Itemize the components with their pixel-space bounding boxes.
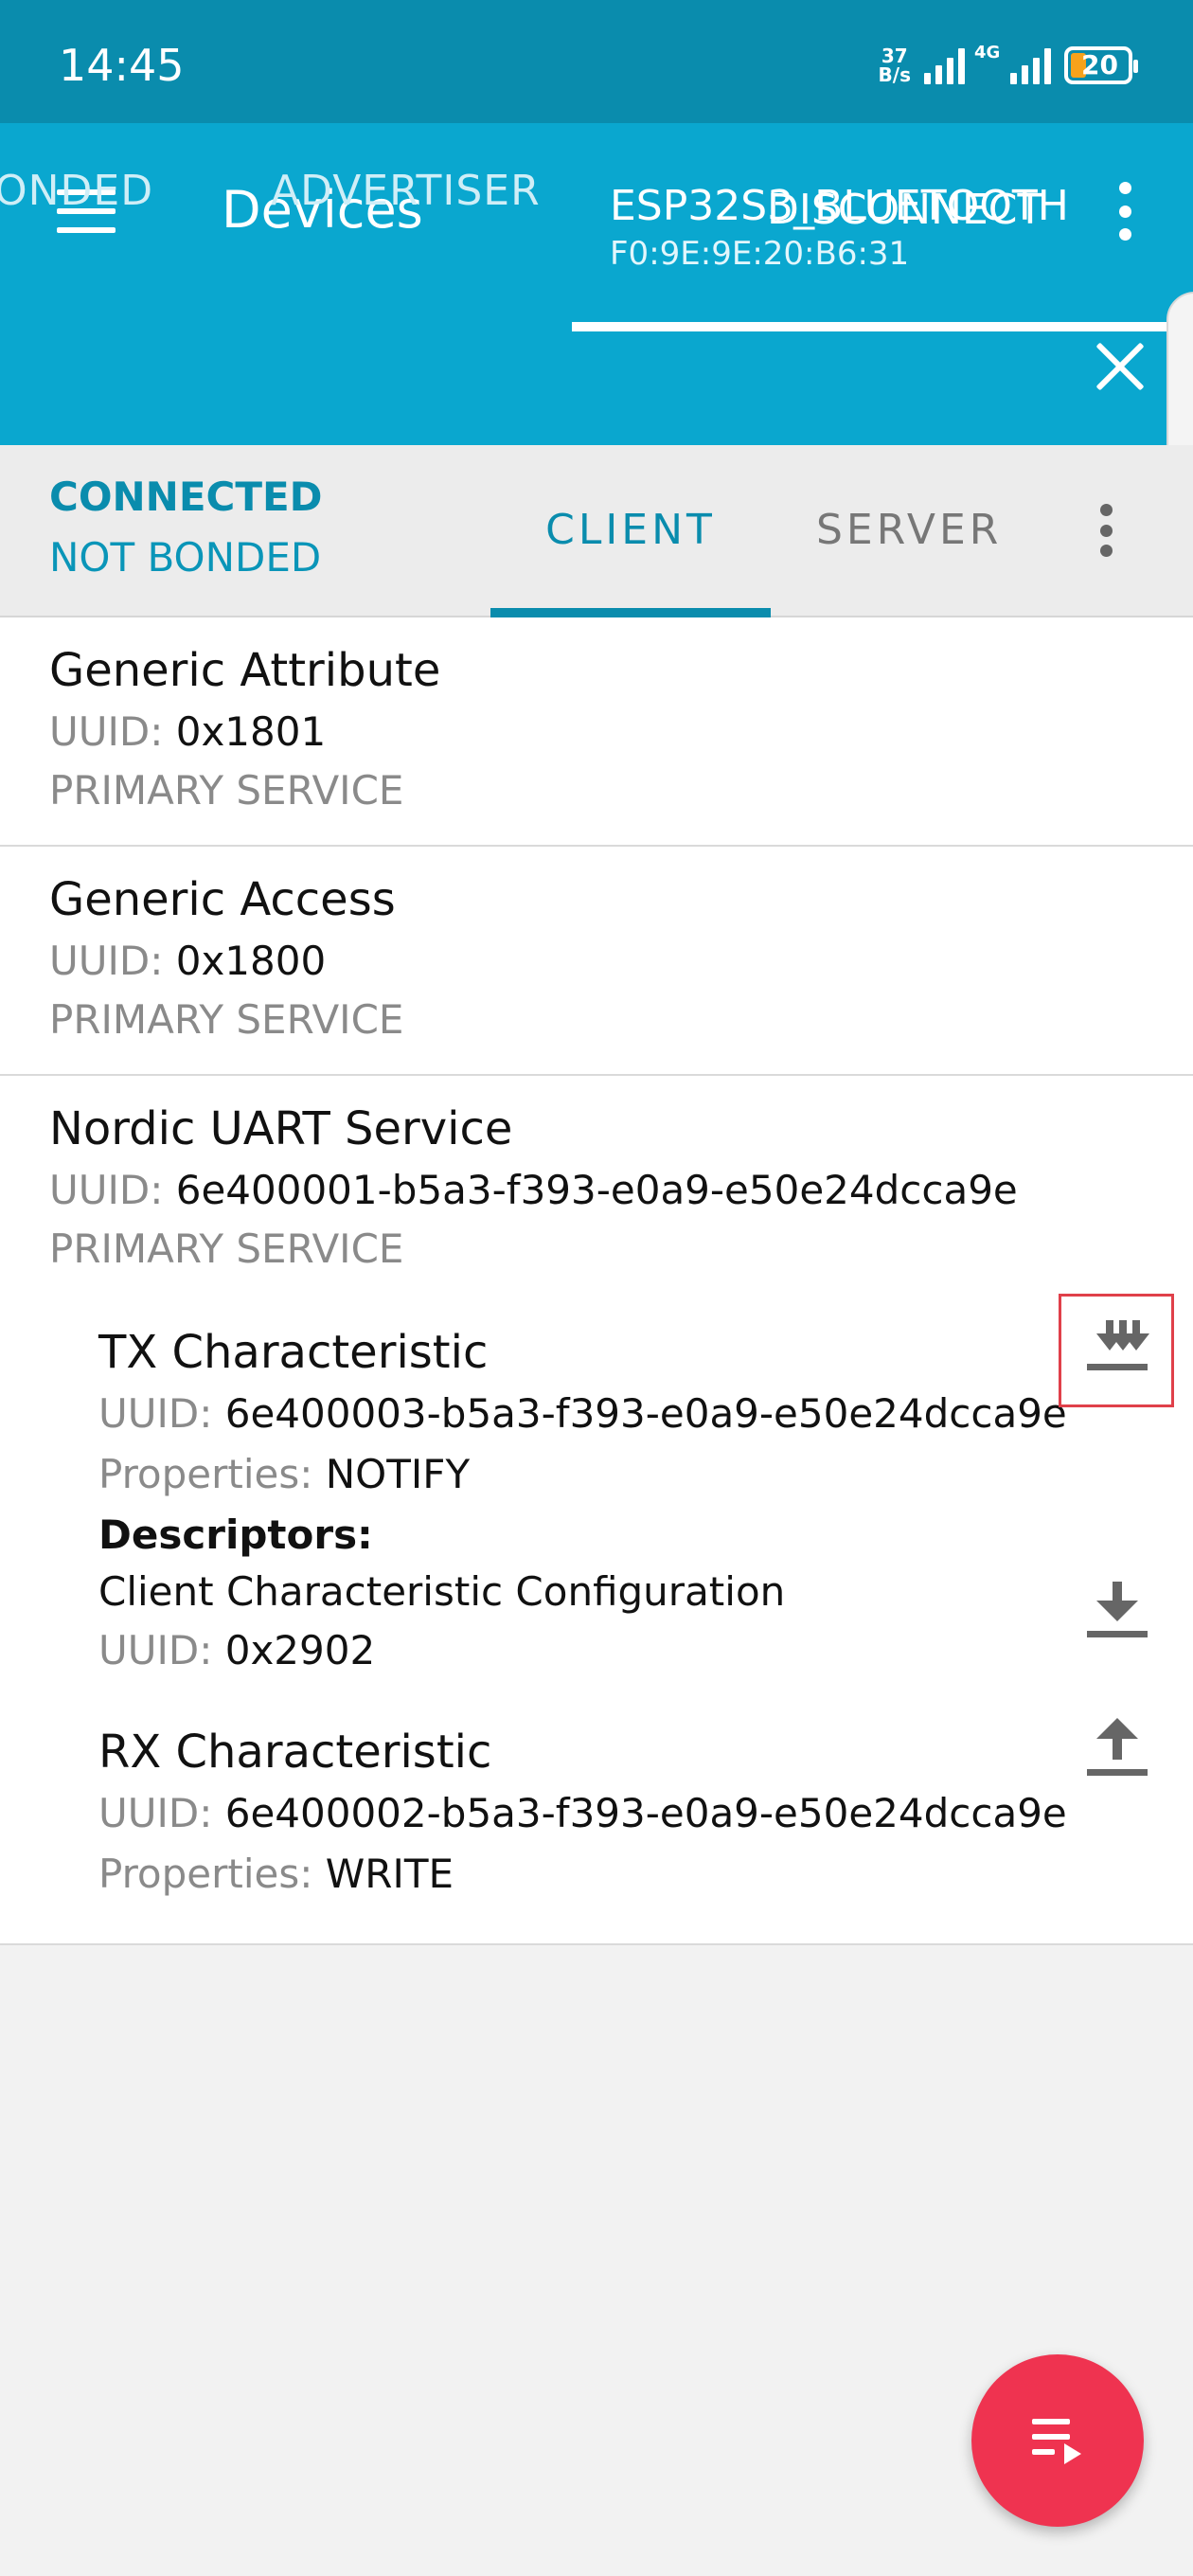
descriptor-uuid: 0x2902 xyxy=(224,1627,376,1673)
tab-client-label: CLIENT xyxy=(545,506,716,554)
battery-percent: 20 xyxy=(1081,49,1118,80)
service-name: Nordic UART Service xyxy=(49,1102,513,1155)
service-uuid-row: UUID: 6e400001-b5a3-f393-e0a9-e50e24dcca… xyxy=(49,1167,1018,1213)
bond-status: NOT BONDED xyxy=(49,534,322,581)
characteristic-properties-row: Properties: WRITE xyxy=(98,1851,454,1897)
status-icons: 37 B/s 4G 20 xyxy=(879,42,1138,89)
log-fab-button[interactable] xyxy=(971,2354,1144,2527)
service-type: PRIMARY SERVICE xyxy=(49,767,404,814)
upload-icon[interactable] xyxy=(1083,1714,1151,1782)
uuid-label: UUID: xyxy=(98,1390,213,1437)
battery-icon: 20 xyxy=(1064,46,1138,84)
tab-advertiser[interactable]: ADVERTISER xyxy=(271,167,541,215)
tab-client[interactable]: CLIENT xyxy=(490,445,771,617)
connection-status: CONNECTED xyxy=(49,474,323,520)
uuid-label: UUID: xyxy=(98,1790,213,1836)
characteristic-name: TX Characteristic xyxy=(98,1326,489,1379)
signal-icon xyxy=(924,46,965,84)
properties-label: Properties: xyxy=(98,1851,313,1897)
service-item[interactable]: Generic Access UUID: 0x1800 PRIMARY SERV… xyxy=(0,847,1193,1076)
descriptor-uuid-row: UUID: 0x2902 xyxy=(98,1627,375,1673)
characteristic-properties: WRITE xyxy=(325,1851,454,1897)
network-type: 4G xyxy=(974,43,1001,63)
service-uuid-row: UUID: 0x1800 xyxy=(49,938,326,984)
net-speed: 37 B/s xyxy=(879,46,911,84)
service-uuid-row: UUID: 0x1801 xyxy=(49,708,326,755)
service-item-expanded[interactable]: Nordic UART Service UUID: 6e400001-b5a3-… xyxy=(0,1076,1193,1945)
device-mac: F0:9E:9E:20:B6:31 xyxy=(610,235,910,273)
characteristic-properties: NOTIFY xyxy=(325,1451,471,1497)
device-name: ESP32S3_BLUETOOTH xyxy=(610,182,1069,230)
characteristic-uuid: 6e400002-b5a3-f393-e0a9-e50e24dcca9e xyxy=(224,1790,1067,1836)
tab-server[interactable]: SERVER xyxy=(816,506,1002,554)
service-name: Generic Attribute xyxy=(49,644,441,697)
net-speed-value: 37 xyxy=(881,45,908,67)
connection-bar: CONNECTED NOT BONDED CLIENT SERVER xyxy=(0,445,1193,617)
descriptor-name: Client Characteristic Configuration xyxy=(98,1568,786,1615)
characteristic-uuid: 6e400003-b5a3-f393-e0a9-e50e24dcca9e xyxy=(224,1390,1067,1437)
service-uuid: 0x1801 xyxy=(175,708,327,755)
uuid-label: UUID: xyxy=(49,1167,164,1213)
tab-indicator xyxy=(572,322,1178,331)
more-vert-icon[interactable] xyxy=(1096,504,1115,557)
signal-4g-icon: 4G xyxy=(974,43,1051,84)
service-uuid: 0x1800 xyxy=(175,938,327,984)
tab-device-active[interactable]: ESP32S3_BLUETOOTH F0:9E:9E:20:B6:31 xyxy=(572,172,1178,331)
service-type: PRIMARY SERVICE xyxy=(49,1225,404,1272)
uuid-label: UUID: xyxy=(49,938,164,984)
service-uuid: 6e400001-b5a3-f393-e0a9-e50e24dcca9e xyxy=(175,1167,1018,1213)
characteristic-uuid-row: UUID: 6e400002-b5a3-f393-e0a9-e50e24dcca… xyxy=(98,1790,1067,1836)
characteristic-properties-row: Properties: NOTIFY xyxy=(98,1451,470,1497)
service-type: PRIMARY SERVICE xyxy=(49,996,404,1043)
status-time: 14:45 xyxy=(59,40,185,91)
service-item[interactable]: Generic Attribute UUID: 0x1801 PRIMARY S… xyxy=(0,617,1193,847)
notify-download-multiple-icon[interactable] xyxy=(1083,1316,1151,1385)
descriptors-heading: Descriptors: xyxy=(98,1512,373,1558)
uuid-label: UUID: xyxy=(98,1627,213,1673)
status-bar: 14:45 37 B/s 4G 20 xyxy=(0,0,1193,123)
characteristic-uuid-row: UUID: 6e400003-b5a3-f393-e0a9-e50e24dcca… xyxy=(98,1390,1067,1437)
download-icon[interactable] xyxy=(1083,1576,1151,1644)
services-list: Generic Attribute UUID: 0x1801 PRIMARY S… xyxy=(0,617,1193,1945)
service-name: Generic Access xyxy=(49,873,396,926)
characteristic-name: RX Characteristic xyxy=(98,1726,492,1779)
tab-bonded[interactable]: ONDED xyxy=(0,167,153,215)
log-list-icon xyxy=(1032,2419,1081,2464)
uuid-label: UUID: xyxy=(49,708,164,755)
net-speed-unit: B/s xyxy=(878,63,911,86)
close-icon[interactable] xyxy=(1095,341,1146,392)
tab-client-indicator xyxy=(490,608,771,617)
properties-label: Properties: xyxy=(98,1451,313,1497)
